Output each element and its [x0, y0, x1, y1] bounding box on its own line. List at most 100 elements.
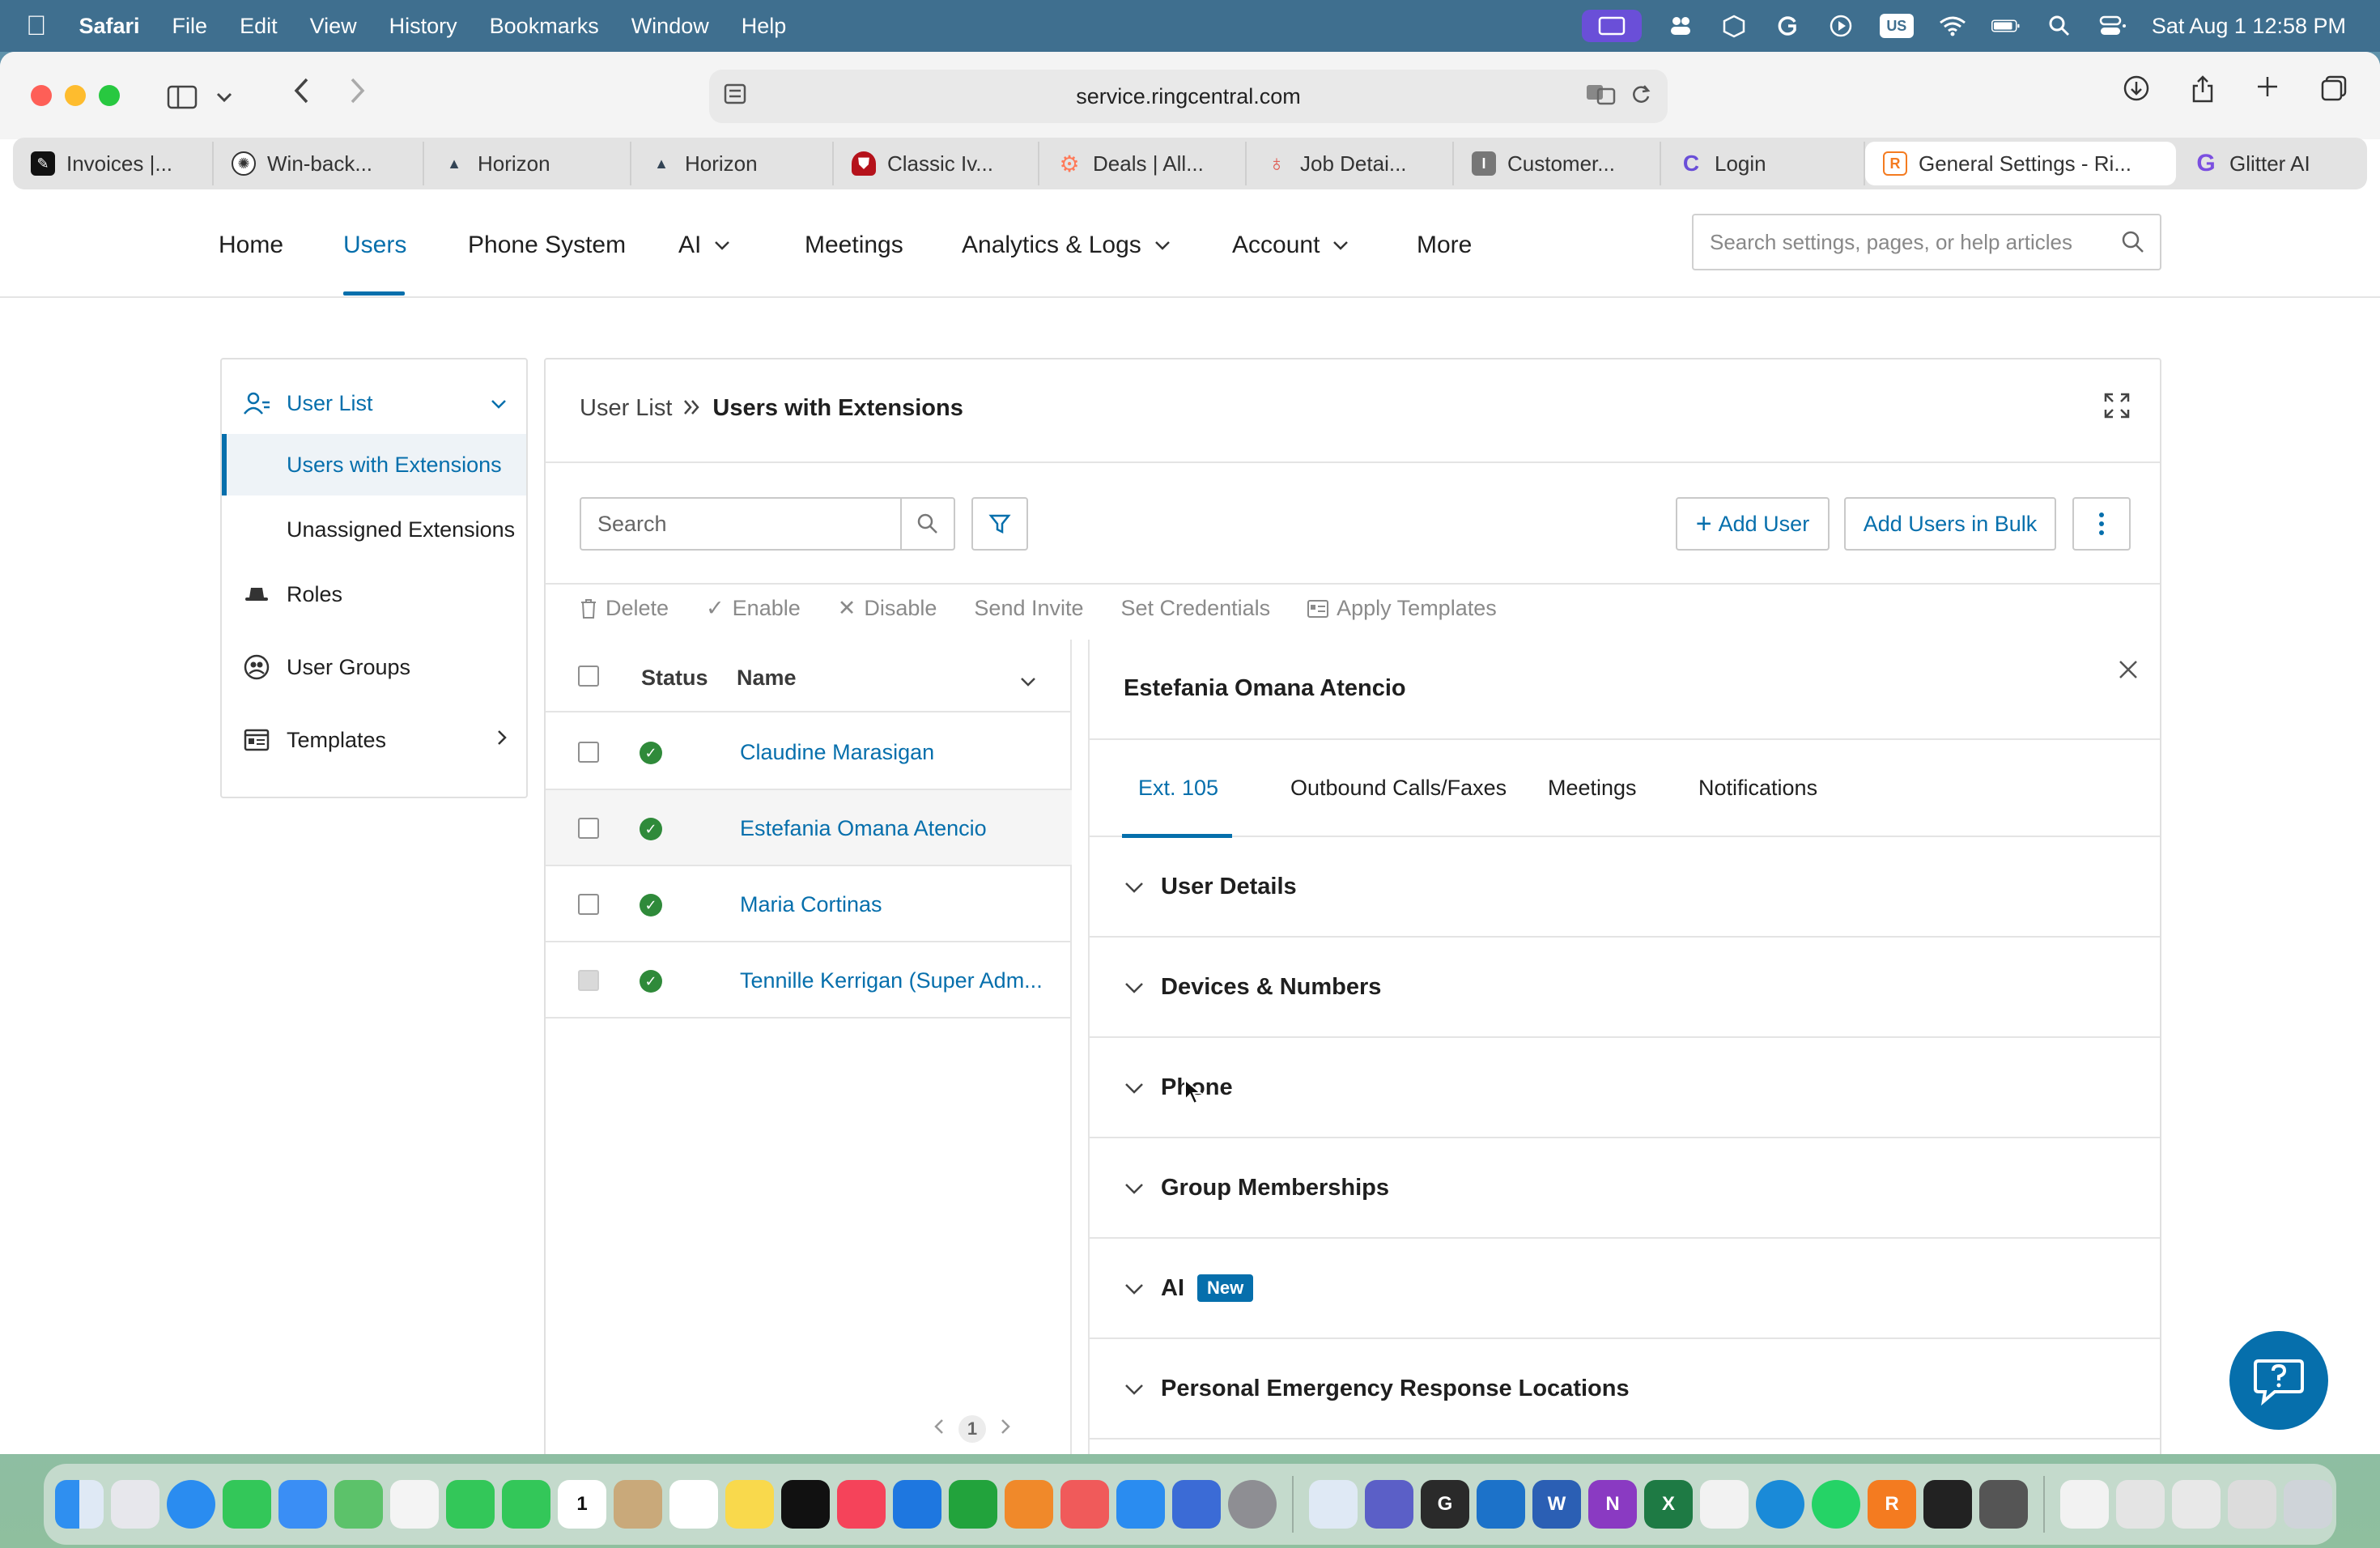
- onenote-icon[interactable]: N: [1588, 1480, 1637, 1529]
- grammarly-dock-icon[interactable]: G: [1421, 1480, 1469, 1529]
- apply-templates-action[interactable]: Apply Templates: [1307, 596, 1497, 621]
- zoom-window-button[interactable]: [99, 85, 120, 106]
- name-column-header[interactable]: Name: [737, 666, 797, 691]
- browser-tab[interactable]: ⛊ Classic Iv...: [834, 142, 1039, 185]
- section-devices-numbers[interactable]: Devices & Numbers: [1090, 938, 2160, 1038]
- nav-home[interactable]: Home: [219, 232, 283, 259]
- close-window-button[interactable]: [31, 85, 52, 106]
- nav-more[interactable]: More: [1417, 232, 1472, 259]
- minimize-window-button[interactable]: [65, 85, 86, 106]
- search-button[interactable]: [900, 497, 955, 551]
- activity-monitor-icon[interactable]: [1923, 1480, 1972, 1529]
- menu-help[interactable]: Help: [742, 14, 787, 39]
- browser-tab[interactable]: ▲ Horizon: [631, 142, 834, 185]
- next-page-icon[interactable]: [1001, 1418, 1010, 1440]
- ringcentral-icon[interactable]: R: [1868, 1480, 1916, 1529]
- menu-file[interactable]: File: [172, 14, 208, 39]
- calculator-icon[interactable]: [1979, 1480, 2028, 1529]
- screenshot-stack-icon[interactable]: [2116, 1480, 2165, 1529]
- nav-ai[interactable]: AI: [678, 232, 730, 259]
- app-menu[interactable]: Safari: [79, 14, 140, 39]
- tab-notifications[interactable]: Notifications: [1698, 776, 1817, 801]
- breadcrumb-user-list[interactable]: User List: [580, 395, 672, 422]
- downloads-icon[interactable]: [2123, 74, 2150, 110]
- wifi-icon[interactable]: [1938, 14, 1967, 38]
- menubar-clock[interactable]: Sat Aug 1 12:58 PM: [2152, 14, 2346, 39]
- add-users-bulk-button[interactable]: Add Users in Bulk: [1844, 497, 2056, 551]
- enable-action[interactable]: ✓ Enable: [706, 596, 801, 621]
- menu-view[interactable]: View: [310, 14, 357, 39]
- section-group-memberships[interactable]: Group Memberships: [1090, 1138, 2160, 1239]
- nav-meetings[interactable]: Meetings: [805, 232, 903, 259]
- global-search-input[interactable]: Search settings, pages, or help articles: [1692, 214, 2161, 270]
- menu-window[interactable]: Window: [631, 14, 709, 39]
- maps-icon[interactable]: [334, 1480, 383, 1529]
- nav-phone-system[interactable]: Phone System: [468, 232, 626, 259]
- finder-alt-icon[interactable]: [1309, 1480, 1358, 1529]
- keynote-icon[interactable]: [893, 1480, 941, 1529]
- sidebar-item-roles[interactable]: Roles: [222, 568, 526, 620]
- play-circle-icon[interactable]: [1826, 14, 1855, 38]
- share-icon[interactable]: [2191, 74, 2215, 110]
- tab-outbound-calls-faxes[interactable]: Outbound Calls/Faxes: [1290, 776, 1507, 801]
- battery-icon[interactable]: [1991, 14, 2021, 38]
- nav-account[interactable]: Account: [1232, 232, 1349, 259]
- mail-icon[interactable]: [278, 1480, 327, 1529]
- section-phone[interactable]: Phone: [1090, 1038, 2160, 1138]
- nav-analytics-logs[interactable]: Analytics & Logs: [962, 232, 1171, 259]
- apple-tv-icon[interactable]: [781, 1480, 830, 1529]
- address-bar[interactable]: service.ringcentral.com: [709, 70, 1668, 123]
- word-icon[interactable]: W: [1532, 1480, 1581, 1529]
- browser-tab[interactable]: ✎ Invoices |...: [13, 142, 214, 185]
- user-name-link[interactable]: Tennille Kerrigan (Super Adm...: [740, 968, 1043, 993]
- user-name-link[interactable]: Claudine Marasigan: [740, 740, 934, 765]
- forward-button[interactable]: [348, 76, 368, 105]
- people-icon[interactable]: [1666, 14, 1695, 38]
- table-row[interactable]: ✓ Maria Cortinas: [546, 866, 1072, 942]
- spotlight-search-icon[interactable]: [2045, 14, 2074, 38]
- sidebar-item-user-list[interactable]: User List: [222, 377, 526, 429]
- reminders-icon[interactable]: [669, 1480, 718, 1529]
- row-checkbox[interactable]: [578, 818, 599, 839]
- finder-icon[interactable]: [55, 1480, 104, 1529]
- section-personal-emergency-response-locations[interactable]: Personal Emergency Response Locations: [1090, 1339, 2160, 1440]
- tab-ext[interactable]: Ext. 105: [1138, 776, 1218, 801]
- translate-icon[interactable]: [1585, 83, 1616, 111]
- sidebar-item-users-with-extensions[interactable]: Users with Extensions: [222, 434, 526, 495]
- help-chat-button[interactable]: [2229, 1331, 2328, 1430]
- table-row[interactable]: ✓ Tennille Kerrigan (Super Adm...: [546, 942, 1072, 1019]
- sidebar-item-unassigned-extensions[interactable]: Unassigned Extensions: [222, 499, 526, 560]
- row-checkbox[interactable]: [578, 894, 599, 915]
- user-name-link[interactable]: Estefania Omana Atencio: [740, 816, 987, 841]
- more-actions-button[interactable]: [2072, 497, 2131, 551]
- screen-share-icon[interactable]: [1581, 10, 1642, 42]
- grammarly-icon[interactable]: [1773, 14, 1802, 38]
- outlook-icon[interactable]: [1477, 1480, 1525, 1529]
- system-settings-icon[interactable]: [1228, 1480, 1277, 1529]
- menu-edit[interactable]: Edit: [240, 14, 278, 39]
- menu-history[interactable]: History: [389, 14, 457, 39]
- new-tab-icon[interactable]: [2255, 74, 2280, 110]
- input-source-icon[interactable]: US: [1879, 14, 1914, 38]
- folder-stack-icon[interactable]: [2172, 1480, 2221, 1529]
- trash-icon[interactable]: [2284, 1480, 2332, 1529]
- messages-icon[interactable]: [223, 1480, 271, 1529]
- table-row[interactable]: ✓ Claudine Marasigan: [546, 714, 1072, 790]
- user-search-input[interactable]: Search: [580, 497, 900, 551]
- browser-tab[interactable]: ♁ Job Detai...: [1247, 142, 1454, 185]
- contacts-icon[interactable]: [614, 1480, 662, 1529]
- back-button[interactable]: [291, 76, 311, 105]
- cube-icon[interactable]: [1719, 14, 1749, 38]
- browser-tab[interactable]: C Login: [1661, 142, 1865, 185]
- send-invite-action[interactable]: Send Invite: [974, 596, 1083, 621]
- photos-icon[interactable]: [390, 1480, 439, 1529]
- delete-action[interactable]: Delete: [580, 596, 669, 621]
- current-page[interactable]: 1: [958, 1415, 986, 1443]
- phone-icon[interactable]: [502, 1480, 550, 1529]
- facetime-icon[interactable]: [446, 1480, 495, 1529]
- reload-icon[interactable]: [1630, 83, 1651, 111]
- url-text[interactable]: service.ringcentral.com: [1076, 84, 1301, 109]
- nav-users[interactable]: Users: [343, 232, 406, 259]
- q-app-icon[interactable]: [1756, 1480, 1804, 1529]
- teams-icon[interactable]: [1365, 1480, 1413, 1529]
